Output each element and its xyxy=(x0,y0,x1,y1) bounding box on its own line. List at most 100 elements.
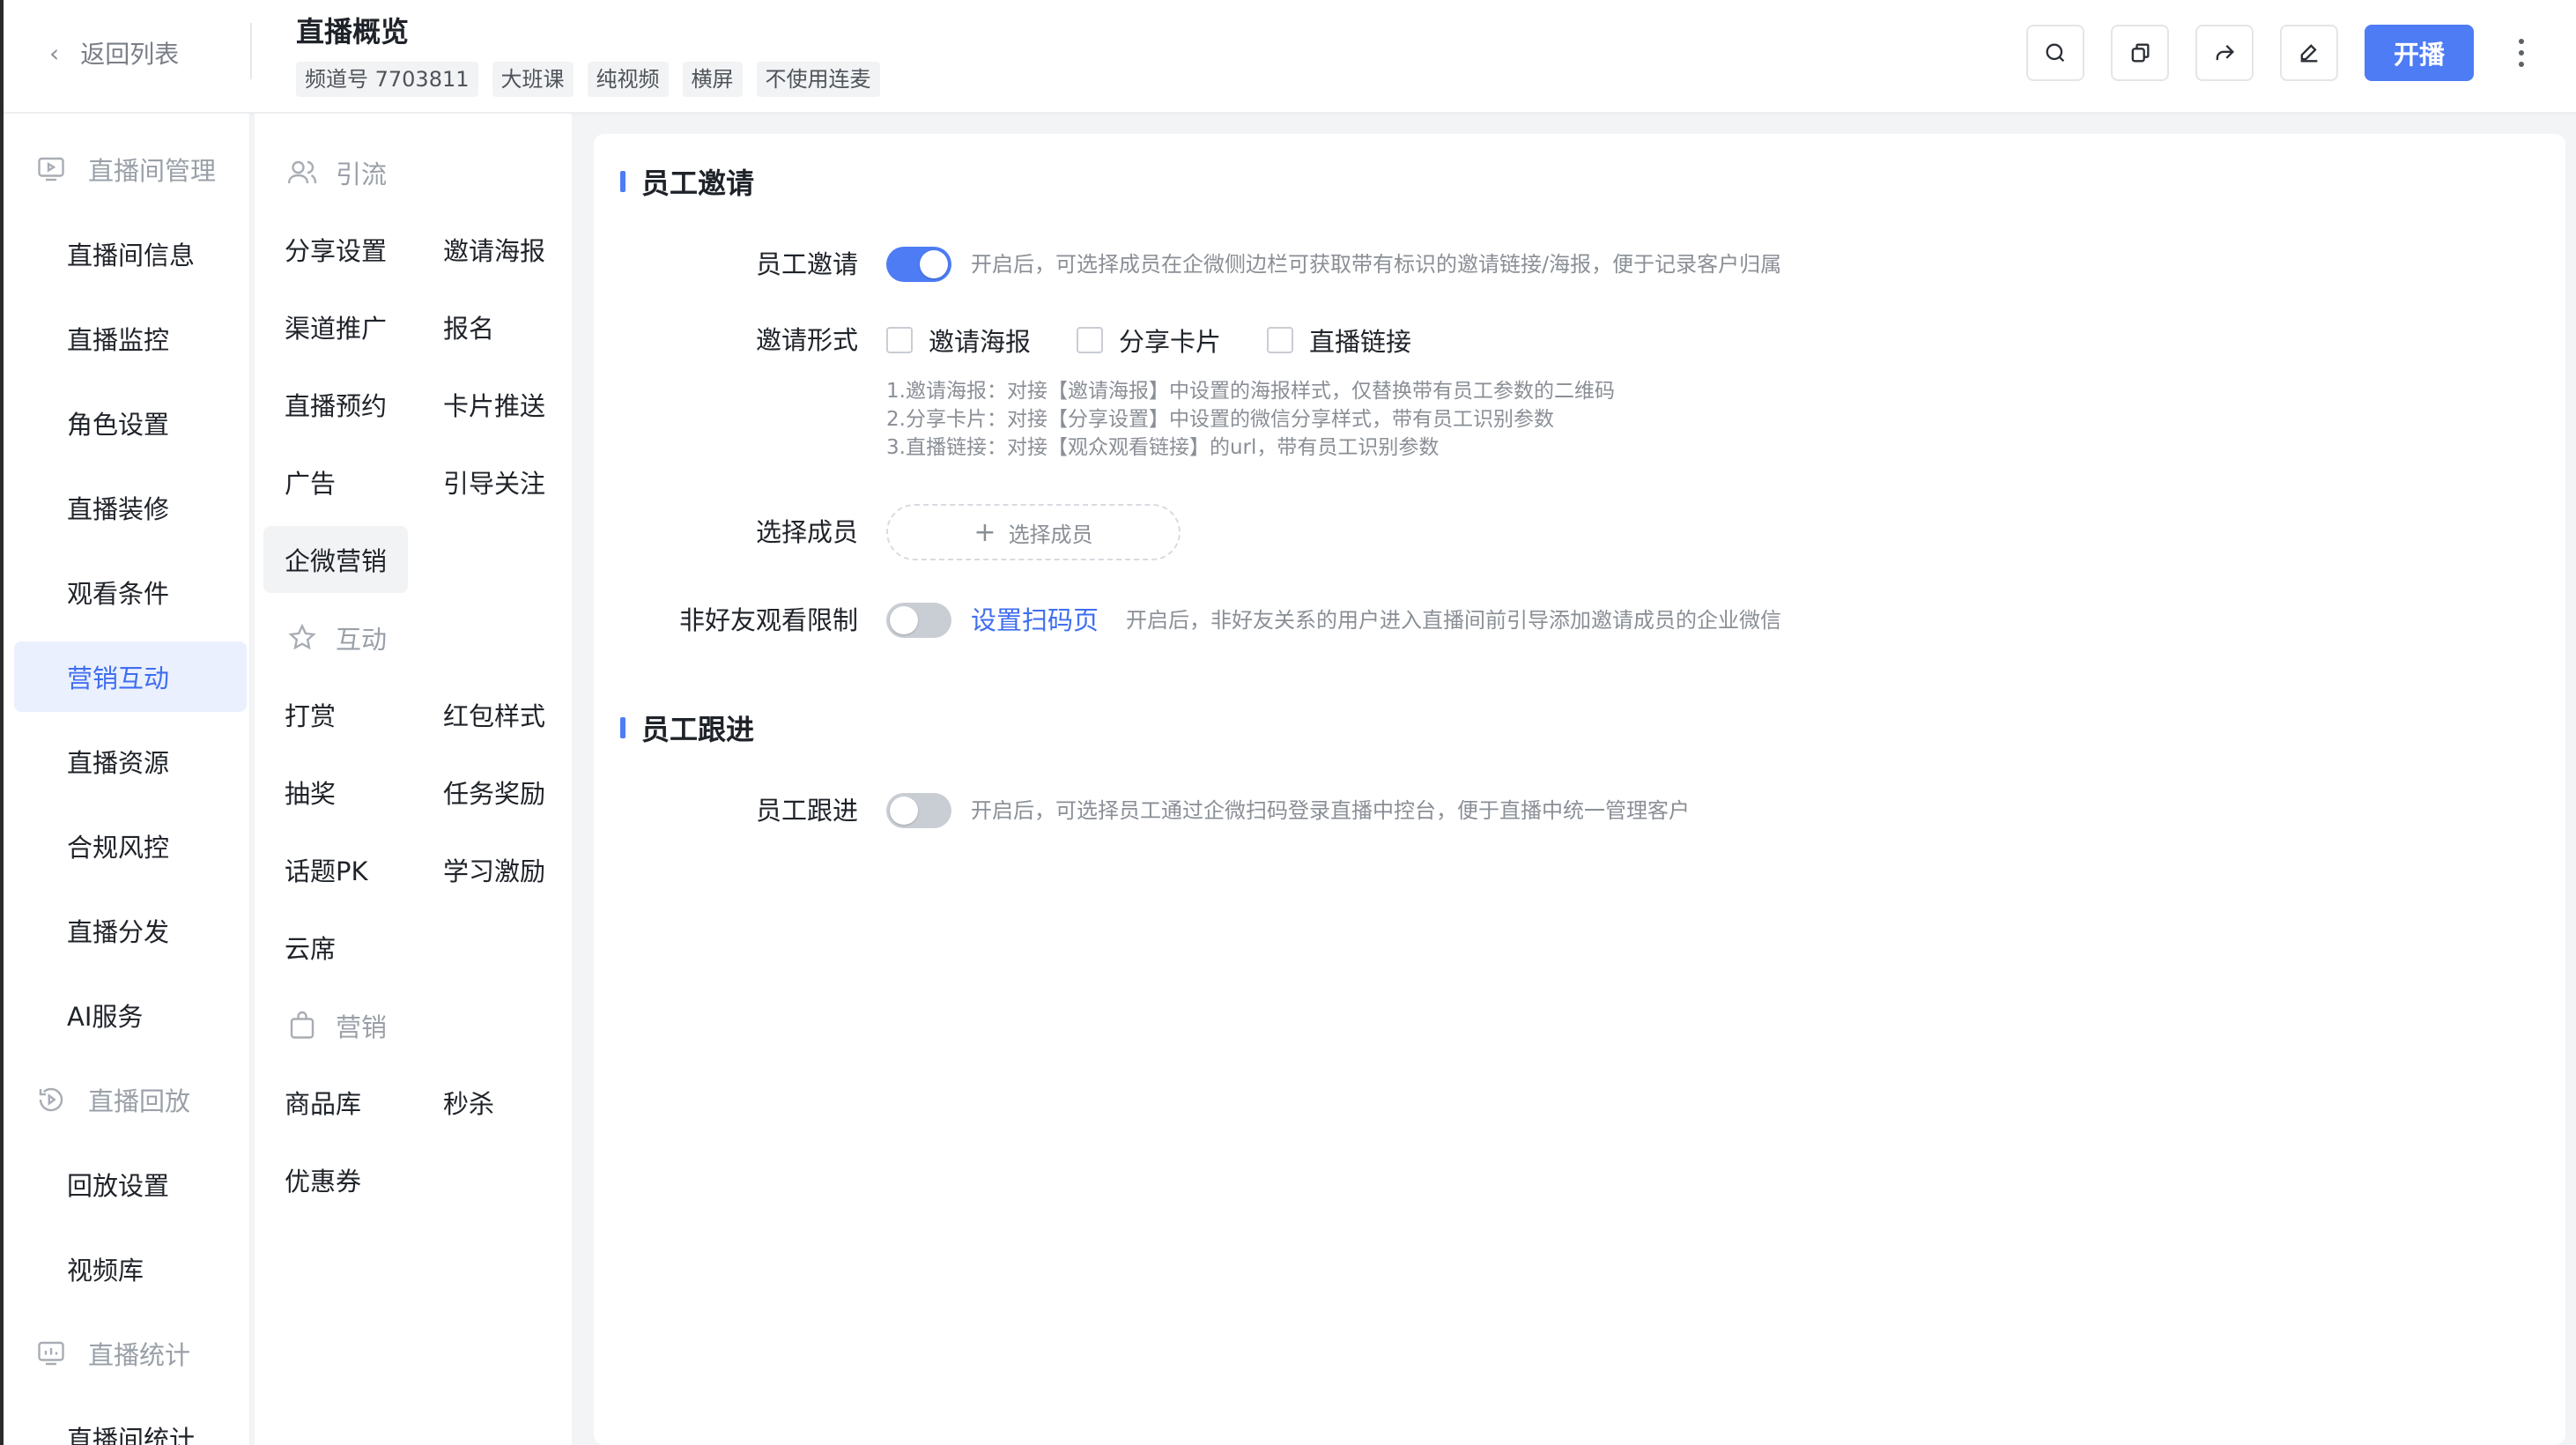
nonfriend-hint: 开启后，非好友关系的用户进入直播间前引导添加邀请成员的企业微信 xyxy=(1126,608,1781,633)
chevron-left-icon: ‹ xyxy=(49,38,60,68)
app-window: ‹ 返回列表 直播概览 频道号 7703811 大班课 纯视频 横屏 不使用连麦 xyxy=(0,0,2576,1445)
nav-item-playback-settings[interactable]: 回放设置 xyxy=(14,1149,247,1219)
sub-item-invite-poster[interactable]: 邀请海报 xyxy=(422,216,566,283)
more-button[interactable] xyxy=(2506,30,2537,76)
sub-item-card-push[interactable]: 卡片推送 xyxy=(422,371,566,438)
invite-form-notes: 1.邀请海报：对接【邀请海报】中设置的海报样式，仅替换带有员工参数的二维码 2.… xyxy=(886,377,1615,462)
note-line: 3.直播链接：对接【观众观看链接】的url，带有员工识别参数 xyxy=(886,436,1440,459)
replay-icon xyxy=(39,1087,63,1112)
members-label: 选择成员 xyxy=(755,517,858,547)
option-share-card[interactable]: 分享卡片 xyxy=(1077,322,1221,359)
invite-label: 员工邀请 xyxy=(755,249,858,279)
top-header: ‹ 返回列表 直播概览 频道号 7703811 大班课 纯视频 横屏 不使用连麦 xyxy=(4,0,2576,113)
sub-item-ads[interactable]: 广告 xyxy=(263,448,357,515)
select-members-text: 选择成员 xyxy=(1008,522,1093,547)
copy-button[interactable] xyxy=(2111,25,2169,81)
note-line: 2.分享卡片：对接【分享设置】中设置的微信分享样式，带有员工识别参数 xyxy=(886,408,1554,431)
sub-group-marketing: 营销 xyxy=(286,1004,387,1048)
share-icon xyxy=(2216,45,2234,61)
plus-icon: + xyxy=(973,516,996,548)
start-live-button[interactable]: 开播 xyxy=(2365,25,2474,81)
tag-class-type: 大班课 xyxy=(492,62,574,97)
nav-item-video-library[interactable]: 视频库 xyxy=(14,1234,247,1304)
sub-item-lottery[interactable]: 抽奖 xyxy=(263,759,357,826)
option-invite-poster[interactable]: 邀请海报 xyxy=(886,322,1031,359)
checkbox[interactable] xyxy=(1267,327,1294,353)
tag-orientation: 横屏 xyxy=(682,62,743,97)
section-accent-bar xyxy=(620,717,625,738)
section-title-employee-invite: 员工邀请 xyxy=(620,162,754,201)
more-icon xyxy=(2519,39,2524,67)
sub-item-wecom-marketing[interactable]: 企微营销 xyxy=(263,526,409,593)
sub-item-topic-pk[interactable]: 话题PK xyxy=(263,836,389,903)
followup-toggle[interactable] xyxy=(886,793,951,828)
nav-item-distribution[interactable]: 直播分发 xyxy=(14,895,247,966)
invite-form-label: 邀请形式 xyxy=(755,325,858,355)
sub-item-learning-incentive[interactable]: 学习激励 xyxy=(422,836,566,903)
option-label: 分享卡片 xyxy=(1119,327,1222,357)
shopping-bag-icon xyxy=(290,1011,315,1039)
sub-group-label: 引流 xyxy=(336,159,388,189)
star-icon xyxy=(288,623,316,650)
copy-icon xyxy=(2131,43,2150,63)
sub-item-red-packet-style[interactable]: 红包样式 xyxy=(422,681,566,748)
tag-mic-link: 不使用连麦 xyxy=(756,62,880,97)
nonfriend-toggle[interactable] xyxy=(886,603,951,638)
option-label: 邀请海报 xyxy=(929,327,1032,357)
sub-item-coupons[interactable]: 优惠券 xyxy=(263,1146,382,1213)
option-live-link[interactable]: 直播链接 xyxy=(1267,322,1411,359)
invite-form-options: 邀请海报 分享卡片 直播链接 xyxy=(886,321,1457,359)
sub-item-tipping[interactable]: 打赏 xyxy=(263,681,357,748)
left-nav: 直播间管理 直播间信息 直播监控 角色设置 直播装修 观看条件 营销互动 直播资… xyxy=(4,114,250,1445)
nav-item-decoration[interactable]: 直播装修 xyxy=(14,472,247,543)
nav-group-label: 直播统计 xyxy=(88,1340,191,1370)
toggle-knob xyxy=(890,606,918,634)
nav-item-ai-service[interactable]: AI服务 xyxy=(14,980,247,1050)
sub-item-channel-promotion[interactable]: 渠道推广 xyxy=(263,293,408,360)
tag-media-type: 纯视频 xyxy=(587,62,669,97)
main-panel: 员工邀请 员工邀请 开启后，可选择成员在企微侧边栏可获取带有标识的邀请链接/海报… xyxy=(594,134,2565,1445)
search-button[interactable] xyxy=(2026,25,2084,81)
chart-icon xyxy=(38,1341,64,1366)
channel-tags: 频道号 7703811 大班课 纯视频 横屏 不使用连麦 xyxy=(296,62,880,97)
nav-item-monitoring[interactable]: 直播监控 xyxy=(14,303,247,374)
nav-item-roles[interactable]: 角色设置 xyxy=(14,388,247,458)
checkbox[interactable] xyxy=(1077,327,1104,353)
nav-item-room-info[interactable]: 直播间信息 xyxy=(14,219,247,289)
select-members-button[interactable]: + 选择成员 xyxy=(886,504,1181,560)
edit-button[interactable] xyxy=(2280,25,2338,81)
search-icon xyxy=(2046,43,2065,63)
sub-item-follow-guide[interactable]: 引导关注 xyxy=(422,448,566,515)
followup-label: 员工跟进 xyxy=(755,796,858,826)
sub-item-flash-sale[interactable]: 秒杀 xyxy=(422,1069,515,1136)
nav-group-room-management: 直播间管理 xyxy=(35,147,216,191)
nav-item-watch-conditions[interactable]: 观看条件 xyxy=(14,557,247,627)
invite-hint: 开启后，可选择成员在企微侧边栏可获取带有标识的邀请链接/海报，便于记录客户归属 xyxy=(971,252,1782,277)
checkbox[interactable] xyxy=(886,327,913,353)
sub-item-cloud-seat[interactable]: 云席 xyxy=(263,914,357,981)
sub-item-product-library[interactable]: 商品库 xyxy=(263,1069,382,1136)
back-to-list-button[interactable]: ‹ 返回列表 xyxy=(49,33,179,72)
note-line: 1.邀请海报：对接【邀请海报】中设置的海报样式，仅替换带有员工参数的二维码 xyxy=(886,380,1615,403)
sub-item-registration[interactable]: 报名 xyxy=(422,293,515,360)
nav-group-statistics: 直播统计 xyxy=(35,1331,190,1375)
nav-group-label: 直播回放 xyxy=(88,1086,191,1116)
share-button[interactable] xyxy=(2195,25,2254,81)
edit-icon xyxy=(2300,44,2318,63)
invite-toggle[interactable] xyxy=(886,247,951,282)
nav-item-room-statistics[interactable]: 直播间统计 xyxy=(14,1403,247,1445)
section-title-text: 员工邀请 xyxy=(641,167,755,200)
sub-group-traffic: 引流 xyxy=(286,151,387,195)
sub-item-share-settings[interactable]: 分享设置 xyxy=(263,216,408,283)
sub-item-reservation[interactable]: 直播预约 xyxy=(263,371,408,438)
nav-item-marketing-interaction[interactable]: 营销互动 xyxy=(14,641,247,712)
nav-item-resources[interactable]: 直播资源 xyxy=(14,726,247,797)
sub-item-task-reward[interactable]: 任务奖励 xyxy=(422,759,566,826)
option-label: 直播链接 xyxy=(1309,327,1412,357)
nav-group-label: 直播间管理 xyxy=(88,156,217,186)
monitor-play-icon xyxy=(38,157,64,182)
toggle-knob xyxy=(890,797,918,825)
nav-group-playback: 直播回放 xyxy=(35,1078,190,1122)
nav-item-compliance[interactable]: 合规风控 xyxy=(14,811,247,881)
scan-page-settings-link[interactable]: 设置扫码页 xyxy=(971,601,1099,640)
